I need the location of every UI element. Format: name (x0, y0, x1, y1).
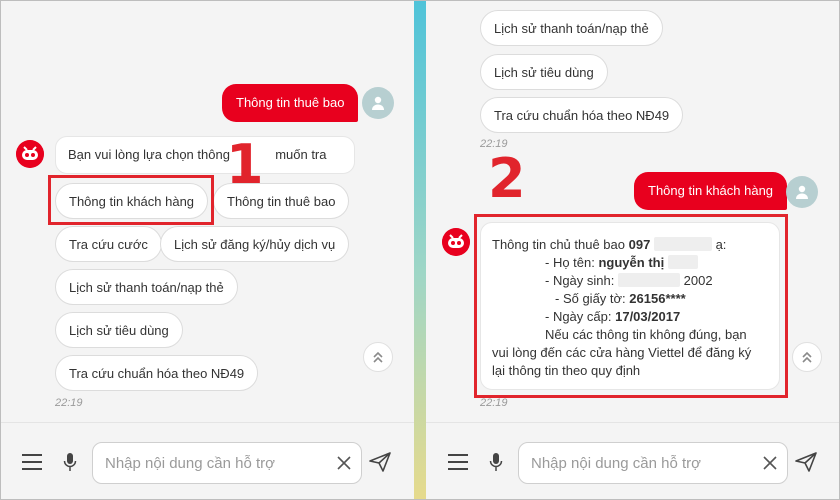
option-label: Lịch sử thanh toán/nạp thẻ (494, 21, 649, 36)
left-chat-panel: Thông tin thuê bao Bạn vui lòng lựa chọn… (0, 0, 414, 500)
bot-mascot-icon (16, 140, 44, 168)
option-label: Tra cứu chuẩn hóa theo NĐ49 (494, 108, 670, 123)
chat-input-bar (0, 422, 414, 500)
user-icon (372, 96, 384, 110)
microphone-button[interactable] (486, 451, 506, 473)
chat-input-bar (426, 422, 840, 500)
bot-prompt-text-start: Bạn vui lòng lựa chọn thông (68, 147, 230, 162)
option-label: Lịch sử thanh toán/nạp thẻ (69, 280, 224, 295)
option-label: Lịch sử tiêu dùng (494, 65, 594, 80)
microphone-icon (489, 453, 503, 471)
scroll-up-button[interactable] (363, 342, 393, 372)
option-payment-history[interactable]: Lịch sử thanh toán/nạp thẻ (480, 10, 663, 46)
option-nd49-lookup[interactable]: Tra cứu chuẩn hóa theo NĐ49 (55, 355, 259, 391)
chevron-double-up-icon (802, 351, 812, 363)
bot-avatar (442, 228, 470, 256)
option-label: Lịch sử đăng ký/hủy dịch vụ (174, 237, 336, 252)
option-usage-history[interactable]: Lịch sử tiêu dùng (480, 54, 608, 90)
message-timestamp: 22:19 (55, 397, 83, 409)
user-message-bubble: Thông tin khách hàng (634, 172, 788, 210)
option-label: Tra cứu chuẩn hóa theo NĐ49 (69, 366, 245, 381)
right-chat-panel: Lịch sử thanh toán/nạp thẻ Lịch sử tiêu … (426, 0, 840, 500)
message-input[interactable] (92, 442, 362, 484)
step-number-2: 2 (488, 147, 526, 210)
close-icon (337, 456, 351, 470)
option-billing-lookup[interactable]: Tra cứu cước (55, 226, 162, 262)
option-label: Thông tin thuê bao (227, 194, 336, 209)
user-message-bubble: Thông tin thuê bao (222, 84, 359, 122)
menu-icon (448, 454, 468, 470)
menu-button[interactable] (446, 451, 470, 473)
bot-mascot-icon (442, 228, 470, 256)
option-label: Lịch sử tiêu dùng (69, 323, 169, 338)
option-usage-history[interactable]: Lịch sử tiêu dùng (55, 312, 183, 348)
option-service-history[interactable]: Lịch sử đăng ký/hủy dịch vụ (160, 226, 350, 262)
menu-button[interactable] (20, 451, 44, 473)
send-button[interactable] (368, 451, 392, 473)
bot-avatar (16, 140, 44, 168)
panel-divider (414, 0, 426, 500)
option-label: Tra cứu cước (69, 237, 148, 252)
menu-icon (22, 454, 42, 470)
option-nd49-lookup[interactable]: Tra cứu chuẩn hóa theo NĐ49 (480, 97, 684, 133)
clear-input-button[interactable] (760, 453, 780, 473)
user-message-text: Thông tin khách hàng (648, 183, 774, 198)
highlight-box-step-1 (48, 175, 214, 225)
clear-input-button[interactable] (334, 453, 354, 473)
message-input[interactable] (518, 442, 788, 484)
send-icon (795, 452, 817, 472)
chevron-double-up-icon (373, 351, 383, 363)
scroll-up-button[interactable] (792, 342, 822, 372)
bot-prompt-bubble: Bạn vui lòng lựa chọn thông muốn tra cứu… (55, 136, 355, 198)
microphone-button[interactable] (60, 451, 80, 473)
send-button[interactable] (794, 451, 818, 473)
user-avatar (362, 87, 394, 119)
user-avatar (786, 176, 818, 208)
step-number-1: 1 (226, 133, 264, 196)
user-icon (796, 185, 808, 199)
close-icon (763, 456, 777, 470)
send-icon (369, 452, 391, 472)
option-payment-history[interactable]: Lịch sử thanh toán/nạp thẻ (55, 269, 238, 305)
message-timestamp: 22:19 (480, 397, 508, 409)
microphone-icon (63, 453, 77, 471)
highlight-box-step-2 (474, 214, 788, 398)
user-message-text: Thông tin thuê bao (236, 95, 345, 110)
